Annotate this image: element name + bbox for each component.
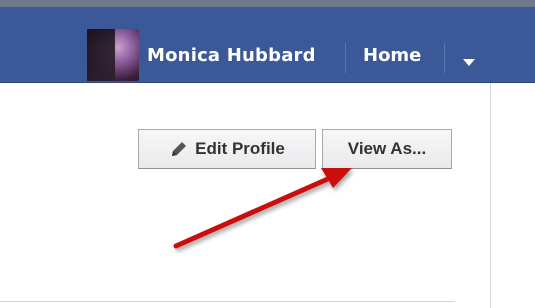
top-navigation-bar: Monica Hubbard Home bbox=[0, 0, 535, 83]
chevron-down-icon[interactable] bbox=[463, 59, 475, 66]
column-divider bbox=[490, 83, 491, 308]
profile-avatar[interactable] bbox=[87, 29, 139, 81]
nav-separator bbox=[345, 43, 346, 73]
view-as-label: View As... bbox=[347, 139, 427, 158]
profile-name-link[interactable]: Monica Hubbard bbox=[147, 45, 316, 66]
home-link[interactable]: Home bbox=[363, 45, 421, 66]
edit-profile-label: Edit Profile bbox=[195, 139, 285, 158]
edit-profile-button[interactable]: Edit Profile bbox=[138, 129, 316, 169]
view-as-button[interactable]: View As... bbox=[322, 129, 452, 169]
pencil-icon bbox=[172, 142, 187, 156]
section-divider bbox=[0, 301, 455, 302]
nav-separator bbox=[444, 43, 445, 73]
